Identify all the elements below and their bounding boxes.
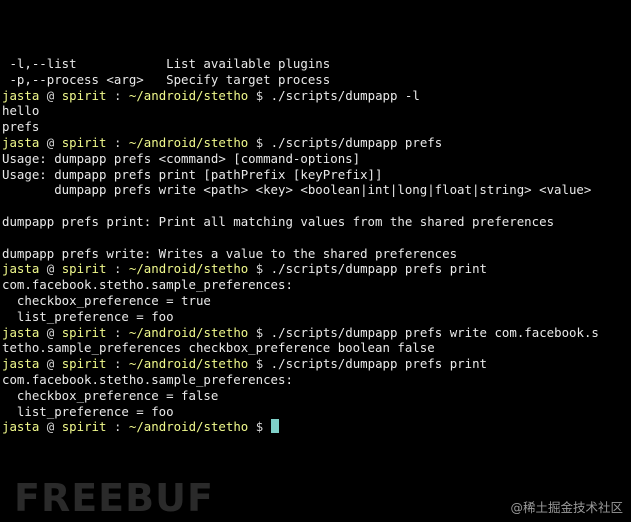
prompt-host: spirit (61, 419, 107, 435)
output-line: com.facebook.stetho.sample_preferences: (2, 371, 293, 387)
prompt-host: spirit (61, 356, 107, 372)
prompt-path: ~/android/stetho (128, 134, 249, 150)
terminal-cursor[interactable] (270, 419, 279, 434)
output-line: tetho.sample_preferences checkbox_prefer… (2, 340, 435, 356)
prompt-symbol: $ (255, 324, 264, 340)
output-line: list_preference = foo (2, 403, 174, 419)
prompt-separator: : (113, 324, 122, 340)
prompt-host: spirit (61, 134, 107, 150)
prompt-at: @ (46, 356, 55, 372)
terminal-output[interactable]: -l,--list List available plugins -p,--pr… (2, 56, 631, 435)
prompt-line: jasta @ spirit : ~/android/stetho $ ./sc… (2, 356, 631, 372)
prompt-separator: : (113, 134, 122, 150)
command-text: ./scripts/dumpapp prefs print (270, 356, 487, 372)
prompt-separator: : (113, 261, 122, 277)
prompt-at: @ (46, 324, 55, 340)
output-line: Usage: dumpapp prefs <command> [command-… (2, 150, 361, 166)
juejin-watermark: @稀土掘金技术社区 (510, 500, 623, 515)
prompt-symbol: $ (255, 356, 264, 372)
prompt-separator: : (113, 356, 122, 372)
output-line: -p,--process <arg> Specify target proces… (2, 71, 331, 87)
prompt-separator: : (113, 87, 122, 103)
output-line: -l,--list List available plugins (2, 56, 331, 71)
output-line: list_preference = foo (2, 308, 174, 324)
prompt-line: jasta @ spirit : ~/android/stetho $ ./sc… (2, 261, 631, 277)
prompt-symbol: $ (255, 419, 264, 435)
prompt-path: ~/android/stetho (128, 356, 249, 372)
command-text: ./scripts/dumpapp prefs write com.facebo… (270, 324, 599, 340)
prompt-line: jasta @ spirit : ~/android/stetho $ ./sc… (2, 88, 631, 104)
command-text: ./scripts/dumpapp prefs (270, 134, 443, 150)
prompt-path: ~/android/stetho (128, 261, 249, 277)
terminal-window[interactable]: -l,--list List available plugins -p,--pr… (0, 0, 631, 522)
output-line: Usage: dumpapp prefs print [pathPrefix [… (2, 166, 383, 182)
prompt-symbol: $ (255, 134, 264, 150)
prompt-path: ~/android/stetho (128, 87, 249, 103)
output-line: prefs (2, 119, 40, 135)
output-line: checkbox_preference = true (2, 292, 211, 308)
freebuf-watermark: FREEBUF (14, 476, 214, 520)
prompt-at: @ (46, 87, 55, 103)
prompt-line: jasta @ spirit : ~/android/stetho $ ./sc… (2, 135, 631, 151)
prompt-at: @ (46, 419, 55, 435)
prompt-path: ~/android/stetho (128, 324, 249, 340)
output-line: dumpapp prefs write: Writes a value to t… (2, 245, 458, 261)
prompt-user: jasta (2, 261, 40, 277)
prompt-user: jasta (2, 324, 40, 340)
output-line: dumpapp prefs print: Print all matching … (2, 213, 555, 229)
prompt-user: jasta (2, 356, 40, 372)
prompt-at: @ (46, 261, 55, 277)
command-text: ./scripts/dumpapp prefs print (270, 261, 487, 277)
command-text: ./scripts/dumpapp -l (270, 87, 420, 103)
prompt-symbol: $ (255, 261, 264, 277)
prompt-path: ~/android/stetho (128, 419, 249, 435)
output-line: hello (2, 103, 40, 119)
prompt-at: @ (46, 134, 55, 150)
prompt-line: jasta @ spirit : ~/android/stetho $ ./sc… (2, 325, 631, 341)
prompt-host: spirit (61, 87, 107, 103)
prompt-user: jasta (2, 134, 40, 150)
prompt-user: jasta (2, 87, 40, 103)
prompt-host: spirit (61, 324, 107, 340)
output-line: checkbox_preference = false (2, 387, 219, 403)
prompt-symbol: $ (255, 87, 264, 103)
prompt-line: jasta @ spirit : ~/android/stetho $ (2, 419, 631, 435)
prompt-user: jasta (2, 419, 40, 435)
output-line: dumpapp prefs write <path> <key> <boolea… (2, 182, 592, 198)
prompt-host: spirit (61, 261, 107, 277)
prompt-separator: : (113, 419, 122, 435)
output-line: com.facebook.stetho.sample_preferences: (2, 277, 293, 293)
